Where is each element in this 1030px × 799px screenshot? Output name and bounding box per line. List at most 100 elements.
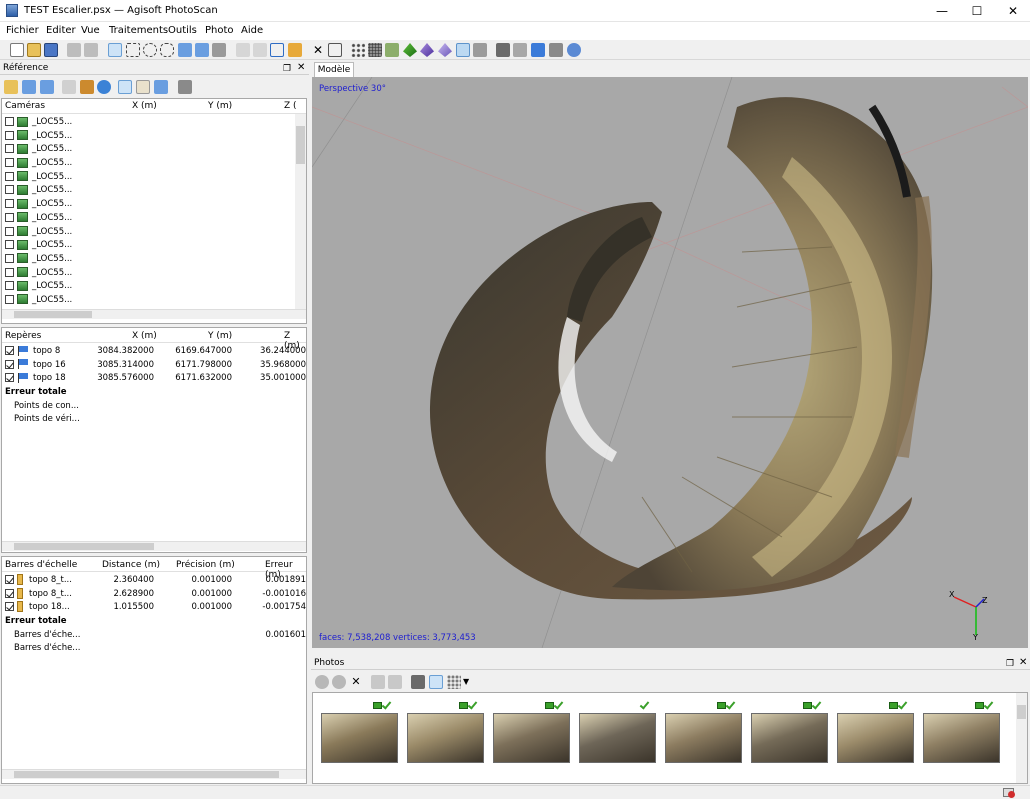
photo-thumbnail[interactable] <box>493 713 570 763</box>
view-source-icon[interactable] <box>118 80 132 94</box>
marker-checkbox[interactable] <box>5 359 14 369</box>
marker-subtotal-row[interactable]: Points de véri... <box>2 413 306 427</box>
menu-fichier[interactable]: Fichier <box>6 25 39 36</box>
camera-row[interactable]: _LOC55... <box>5 212 306 226</box>
col-precision[interactable]: Précision (m) <box>176 560 235 570</box>
camera-row[interactable]: _LOC55... <box>5 143 306 157</box>
menu-editer[interactable]: Editer <box>46 25 76 36</box>
scalebar-row[interactable]: topo 8_t... 2.360400 0.001000 0.001891 <box>2 574 306 588</box>
camera-row[interactable]: _LOC55... <box>5 253 306 267</box>
marker-subtotal-row[interactable]: Points de con... <box>2 400 306 414</box>
circle-select-icon[interactable] <box>143 43 157 57</box>
rotate-object-icon[interactable] <box>195 43 209 57</box>
undock-icon[interactable]: ❐ <box>1006 657 1014 671</box>
menu-vue[interactable]: Vue <box>81 25 100 36</box>
remove-cameras-icon[interactable]: ✕ <box>349 675 363 689</box>
camera-checkbox[interactable] <box>5 130 14 140</box>
camera-checkbox[interactable] <box>5 199 14 209</box>
camera-checkbox[interactable] <box>5 144 14 154</box>
model-viewport[interactable]: Perspective 30° faces: 7,538,208 vertice… <box>312 77 1028 648</box>
camera-checkbox[interactable] <box>5 158 14 168</box>
undock-icon[interactable]: ❐ <box>283 62 291 76</box>
camera-row[interactable]: _LOC55... <box>5 171 306 185</box>
camera-checkbox[interactable] <box>5 185 14 195</box>
menu-outils[interactable]: Outils <box>168 25 197 36</box>
rect-select-icon[interactable] <box>126 43 140 57</box>
col-z[interactable]: Z ( <box>284 101 297 111</box>
camera-checkbox[interactable] <box>5 281 14 291</box>
panel-close-icon[interactable]: ✕ <box>297 61 305 75</box>
camera-row[interactable]: _LOC55... <box>5 157 306 171</box>
navigation-icon[interactable] <box>108 43 122 57</box>
shaded-model-icon[interactable] <box>403 43 417 57</box>
scalebar-checkbox[interactable] <box>5 588 14 598</box>
scroll-thumb[interactable] <box>14 771 279 778</box>
resize-region-icon[interactable] <box>212 43 226 57</box>
marker-row[interactable]: topo 18 3085.576000 6171.632000 35.001000 <box>2 372 306 386</box>
camera-row[interactable]: _LOC55... <box>5 198 306 212</box>
scalebar-checkbox[interactable] <box>5 575 14 584</box>
camera-checkbox[interactable] <box>5 267 14 277</box>
status-error-icon[interactable] <box>1008 791 1015 798</box>
scalebar-subtotal-row[interactable]: Barres d'éche... 0.001601 <box>2 629 306 643</box>
camera-row[interactable]: _LOC55... <box>5 267 306 281</box>
menu-aide[interactable]: Aide <box>241 25 263 36</box>
marker-total-row[interactable]: Erreur totale <box>2 386 306 400</box>
wireframe-icon[interactable] <box>438 43 452 57</box>
solid-model-icon[interactable] <box>420 43 434 57</box>
cameras-vscroll[interactable] <box>295 114 306 309</box>
view-errors-icon[interactable] <box>136 80 150 94</box>
open-icon[interactable] <box>27 43 41 57</box>
update-icon[interactable] <box>97 80 111 94</box>
camera-row[interactable]: _LOC55... <box>5 239 306 253</box>
textured-model-icon[interactable] <box>456 43 470 57</box>
col-cameras[interactable]: Caméras <box>5 101 45 111</box>
show-trackball-icon[interactable] <box>567 43 581 57</box>
ruler-line-icon[interactable] <box>253 43 267 57</box>
import-icon[interactable] <box>4 80 18 94</box>
show-markers-icon[interactable] <box>531 43 545 57</box>
scroll-thumb[interactable] <box>1017 705 1026 719</box>
ruler-point-icon[interactable] <box>236 43 250 57</box>
delete-selection-icon[interactable]: ✕ <box>311 43 325 57</box>
camera-checkbox[interactable] <box>5 253 14 263</box>
scroll-thumb[interactable] <box>14 543 154 550</box>
panel-close-icon[interactable]: ✕ <box>1019 656 1027 670</box>
photo-thumbnail[interactable] <box>321 713 398 763</box>
filter-icon[interactable] <box>411 675 425 689</box>
scroll-thumb[interactable] <box>14 311 92 318</box>
camera-checkbox[interactable] <box>5 226 14 236</box>
camera-checkbox[interactable] <box>5 240 14 250</box>
crop-icon[interactable] <box>328 43 342 57</box>
ruler-icon[interactable] <box>288 43 302 57</box>
scalebar-row[interactable]: topo 8_t... 2.628900 0.001000 -0.001016 <box>2 587 306 602</box>
col-markers[interactable]: Repères <box>5 331 41 341</box>
marker-row[interactable]: topo 8 3084.382000 6169.647000 36.244000 <box>2 345 306 359</box>
save-icon[interactable] <box>44 43 58 57</box>
close-icon[interactable]: ✕ <box>996 0 1030 22</box>
show-region-icon[interactable] <box>549 43 563 57</box>
scalebar-row[interactable]: topo 18... 1.015500 0.001000 -0.001754 <box>2 601 306 615</box>
clear-icon[interactable] <box>62 80 76 94</box>
marker-checkbox[interactable] <box>5 373 14 383</box>
dense-cloud-icon[interactable] <box>368 43 382 57</box>
redo-icon[interactable] <box>84 43 98 57</box>
chevron-down-icon[interactable]: ▼ <box>463 677 469 686</box>
menu-traitements[interactable]: Traitements <box>109 25 168 36</box>
camera-checkbox[interactable] <box>5 117 14 126</box>
point-cloud-icon[interactable] <box>351 43 365 57</box>
dense-classes-icon[interactable] <box>385 43 399 57</box>
maximize-icon[interactable]: ☐ <box>960 0 994 22</box>
tab-modele[interactable]: Modèle <box>314 62 354 77</box>
camera-checkbox[interactable] <box>5 171 14 181</box>
scalebars-hscroll[interactable] <box>2 769 306 779</box>
export-icon[interactable] <box>40 80 54 94</box>
photo-thumbnail[interactable] <box>665 713 742 763</box>
photos-vscroll[interactable] <box>1016 693 1027 783</box>
camera-checkbox[interactable] <box>5 212 14 222</box>
col-y[interactable]: Y (m) <box>208 101 232 111</box>
undo-icon[interactable] <box>67 43 81 57</box>
camera-row[interactable]: _LOC55... <box>5 294 306 308</box>
minimize-icon[interactable]: — <box>925 0 959 22</box>
scalebar-subtotal-row[interactable]: Barres d'éche... <box>2 642 306 656</box>
